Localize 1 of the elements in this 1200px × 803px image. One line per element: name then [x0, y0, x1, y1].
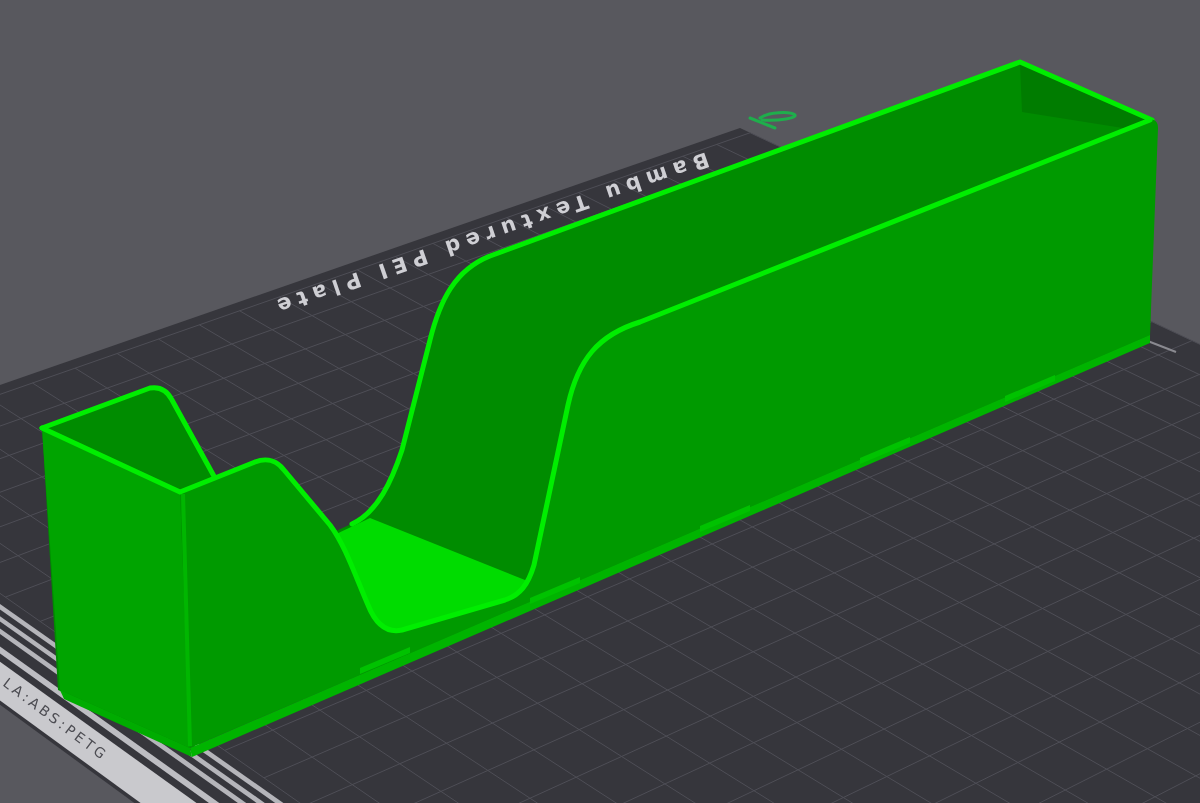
- plate-marker-icon: [748, 111, 797, 130]
